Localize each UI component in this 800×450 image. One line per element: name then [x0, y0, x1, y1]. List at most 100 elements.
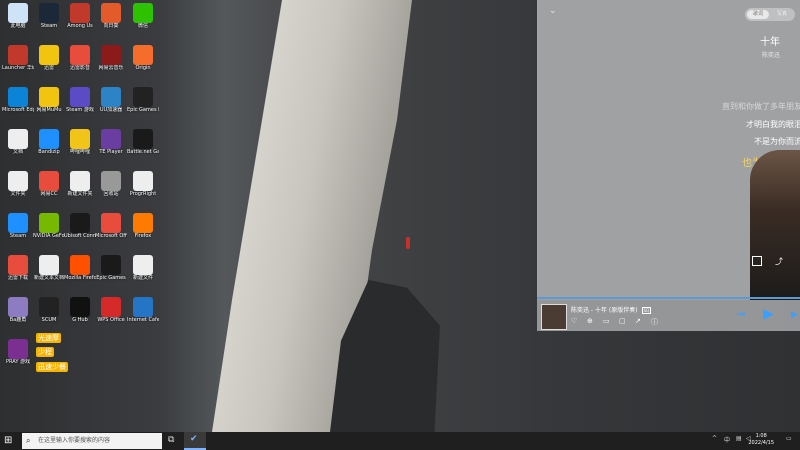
desktop-icon[interactable]: 网易CC: [33, 171, 65, 197]
desktop-icon[interactable]: Epic Games: [95, 255, 127, 281]
desktop-icon[interactable]: Among Us: [64, 3, 96, 29]
app-icon: [39, 171, 59, 191]
notification-icon[interactable]: ▭: [786, 435, 792, 442]
app-icon: [133, 297, 153, 317]
app-icon: [101, 171, 121, 191]
mv-icon[interactable]: ▭: [603, 317, 610, 325]
desktop-icon-label: Mozilla Firefox: [64, 275, 96, 281]
app-icon: [70, 129, 90, 149]
app-icon: [39, 3, 59, 23]
desktop-icon-label: Steam: [9, 233, 27, 239]
desktop-icon[interactable]: Launcher 华硕官方: [2, 45, 34, 71]
taskbar: ⊞ ⌕ 在这里输入你要搜索的内容 ⧉ ✔ ^ 中 ▤ ◁ 1:08 2022/4…: [0, 432, 800, 450]
app-icon: [8, 297, 28, 317]
desktop-icon[interactable]: Internet Cafe: [127, 297, 159, 323]
fullscreen-icon[interactable]: [752, 256, 762, 266]
collapse-chevron-icon[interactable]: ⌄: [549, 6, 557, 16]
desktop-icon[interactable]: PRAY 游戏: [2, 339, 34, 365]
desktop-icon-label: 迅雷下载: [7, 275, 28, 281]
playback-progress[interactable]: [537, 297, 800, 299]
desktop-icon[interactable]: Origin: [127, 45, 159, 71]
desktop-icon[interactable]: 网易云音乐: [95, 45, 127, 71]
taskbar-search-box[interactable]: ⌕ 在这里输入你要搜索的内容: [22, 433, 162, 449]
info-icon[interactable]: ⓘ: [651, 317, 658, 327]
desktop-icon[interactable]: 新建文件: [127, 255, 159, 281]
app-icon: [39, 297, 59, 317]
desktop-icon[interactable]: 新建文本文档: [33, 255, 65, 281]
quality-badge: SQ: [641, 307, 652, 314]
taskbar-app-music[interactable]: ✔: [184, 432, 206, 450]
album-cover[interactable]: [541, 304, 567, 330]
desktop-icon[interactable]: Steam 游戏: [64, 87, 96, 113]
desktop-icon-label: 新建文本文档: [33, 275, 64, 281]
app-icon: [8, 3, 28, 23]
tray-overflow-icon[interactable]: ^: [712, 435, 717, 442]
desktop-icon-label: 此电脑: [10, 23, 26, 29]
desktop-icon[interactable]: 迅雷下载: [2, 255, 34, 281]
desktop-icon[interactable]: G Hub: [64, 297, 96, 323]
desktop-icon[interactable]: 哔哩哔哩: [64, 129, 96, 155]
desktop-icon[interactable]: 迅雷影音: [64, 45, 96, 71]
previous-track-icon[interactable]: ⏮: [737, 310, 745, 320]
desktop-icon[interactable]: Bandizip: [33, 129, 65, 155]
desktop-icon[interactable]: Steam: [2, 213, 34, 239]
network-icon[interactable]: ▤: [736, 435, 742, 442]
desktop-icon[interactable]: Battle.net Games: [127, 129, 159, 155]
desktop-icon[interactable]: SCUM: [33, 297, 65, 323]
app-icon: [133, 171, 153, 191]
desktop-icon[interactable]: Steam: [33, 3, 65, 29]
external-icon[interactable]: ↗: [635, 317, 641, 325]
desktop-icon-label: 网易云音乐: [98, 65, 124, 71]
desktop-icon[interactable]: 网易MuMu: [33, 87, 65, 113]
desktop-icon[interactable]: Epic Games Launcher: [127, 87, 159, 113]
play-icon[interactable]: ▶: [763, 306, 774, 322]
desktop-icon[interactable]: 回收站: [95, 171, 127, 197]
desktop-icon[interactable]: UU加速器: [95, 87, 127, 113]
desktop-icon[interactable]: ProgrRight: [127, 171, 159, 197]
player-bar: 陈奕迅 - 十年 (原版伴奏) SQ ♡ ⊕ ▭ ▢ ↗ ⓘ ⏮ ▶ ▶: [537, 300, 800, 331]
desktop-icon-label: SCUM: [41, 317, 57, 323]
app-icon: [70, 297, 90, 317]
wallpaper-climber: [406, 237, 410, 249]
task-view-icon[interactable]: ⧉: [168, 435, 174, 445]
sticker-3: 迅速少餐: [36, 362, 68, 372]
desktop-icon[interactable]: 文档: [2, 129, 34, 155]
desktop-icon[interactable]: Ba鹿角: [2, 297, 34, 323]
desktop-icon[interactable]: WPS Office: [95, 297, 127, 323]
toggle-photo[interactable]: 写真: [771, 10, 793, 19]
desktop-icon[interactable]: 文件夹: [2, 171, 34, 197]
download-icon[interactable]: ⊕: [587, 317, 593, 325]
desktop-icon[interactable]: 此电脑: [2, 3, 34, 29]
desktop-icon-label: 文件夹: [10, 191, 26, 197]
desktop-icon[interactable]: Firefox: [127, 213, 159, 239]
desktop-icon[interactable]: 向日葵: [95, 3, 127, 29]
desktop-icon-label: WPS Office: [97, 317, 125, 323]
desktop-icon[interactable]: TE Player: [95, 129, 127, 155]
ime-indicator[interactable]: 中: [724, 435, 730, 444]
desktop-icon[interactable]: 迅雷: [33, 45, 65, 71]
comment-icon[interactable]: ▢: [619, 317, 626, 325]
desktop-icon-label: Steam 游戏: [66, 107, 94, 113]
desktop-icon[interactable]: Microsoft Office Hub: [95, 213, 127, 239]
like-icon[interactable]: ♡: [571, 317, 577, 325]
lyrics-photo-toggle[interactable]: 歌词 写真: [745, 8, 795, 21]
windows-start-icon[interactable]: ⊞: [4, 435, 16, 447]
app-icon: [70, 3, 90, 23]
desktop-icon[interactable]: Microsoft Edge: [2, 87, 34, 113]
desktop-icon[interactable]: 微信: [127, 3, 159, 29]
desktop-icon[interactable]: 新建文件夹: [64, 171, 96, 197]
desktop-icon[interactable]: Ubisoft Connect: [64, 213, 96, 239]
share-icon[interactable]: ⤴: [775, 256, 783, 267]
desktop-icon[interactable]: Mozilla Firefox: [64, 255, 96, 281]
desktop-icon-label: Microsoft Edge: [2, 107, 34, 113]
toggle-lyrics[interactable]: 歌词: [747, 10, 769, 19]
taskbar-clock[interactable]: 1:08 2022/4/15: [748, 433, 774, 447]
music-app-icon: ✔: [190, 434, 198, 444]
next-track-icon[interactable]: ▶: [791, 310, 798, 320]
app-icon: [39, 255, 59, 275]
singer-name: 陈奕迅: [761, 52, 780, 59]
desktop-icon-label: Microsoft Office Hub: [95, 233, 127, 239]
desktop-icon-label: Ba鹿角: [9, 317, 27, 323]
desktop-icon[interactable]: NVIDIA GeForce: [33, 213, 65, 239]
app-icon: [101, 3, 121, 23]
